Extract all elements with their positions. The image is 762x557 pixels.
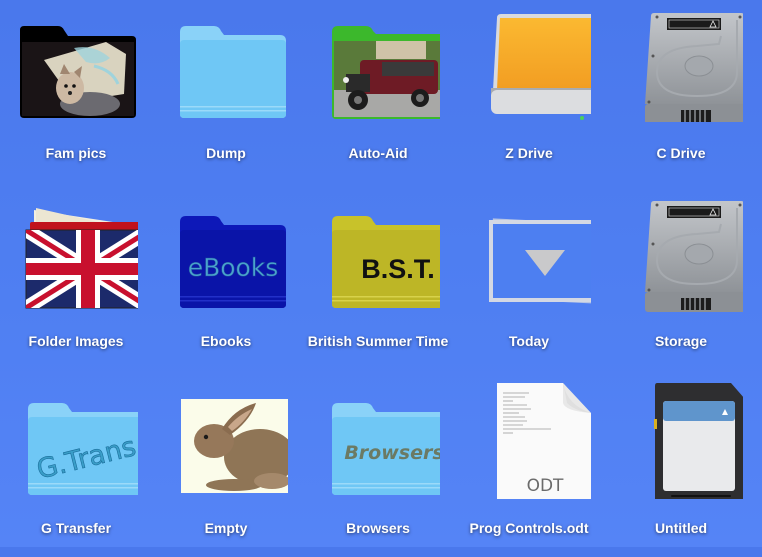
folder-icon [164, 4, 288, 122]
desktop-item-prog-controls-odt[interactable]: ODT Prog Controls.odt [453, 377, 605, 557]
folder-ebooks-icon: eBooks [164, 194, 288, 312]
desktop-item-empty[interactable]: Empty [150, 377, 302, 557]
folder-badge-text: eBooks [188, 253, 279, 282]
desktop-item-untitled[interactable]: Untitled [605, 377, 757, 557]
stack-down-arrow-icon [467, 194, 591, 312]
desktop-item-fam-pics[interactable]: Fam pics [0, 0, 152, 180]
folder-browsers-icon: Browsers [316, 381, 440, 499]
item-label: Folder Images [28, 333, 124, 349]
item-label: Prog Controls.odt [469, 520, 589, 536]
item-label: Auto-Aid [348, 145, 408, 161]
union-jack-folder-icon [14, 194, 138, 312]
item-label: Dump [206, 145, 246, 161]
desktop-item-browsers[interactable]: Browsers Browsers [302, 377, 454, 557]
item-label: C Drive [656, 145, 706, 161]
item-label: British Summer Time [307, 333, 449, 349]
hard-disk-icon [619, 194, 743, 312]
item-label: Storage [654, 333, 708, 349]
file-type-text: ODT [527, 476, 564, 496]
folder-bst-icon: B.S.T. [316, 194, 440, 312]
odt-document-icon: ODT [467, 381, 591, 499]
item-label: Z Drive [505, 145, 553, 161]
desktop-item-dump[interactable]: Dump [150, 0, 302, 180]
folder-photo-dog-icon [14, 4, 138, 122]
desktop: Fam pics Dump Auto-Aid Z Drive C Drive F… [0, 0, 762, 547]
folder-badge-text: B.S.T. [361, 254, 435, 284]
item-label: Today [508, 333, 550, 349]
item-label: G Transfer [40, 520, 112, 536]
folder-gtrans-icon: G.Trans [14, 381, 138, 499]
item-label: Untitled [654, 520, 708, 536]
desktop-item-c-drive[interactable]: C Drive [605, 0, 757, 180]
desktop-item-z-drive[interactable]: Z Drive [453, 0, 605, 180]
desktop-item-folder-images[interactable]: Folder Images [0, 190, 152, 370]
folder-badge-text: Browsers [344, 442, 440, 464]
desktop-item-ebooks[interactable]: eBooks Ebooks [150, 190, 302, 370]
sd-card-icon [619, 381, 743, 499]
hard-disk-icon [619, 4, 743, 122]
rabbit-image-icon [164, 381, 288, 499]
desktop-item-auto-aid[interactable]: Auto-Aid [302, 0, 454, 180]
item-label: Browsers [346, 520, 410, 536]
item-label: Fam pics [45, 145, 107, 161]
desktop-item-storage[interactable]: Storage [605, 190, 757, 370]
desktop-item-g-transfer[interactable]: G.Trans G Transfer [0, 377, 152, 557]
desktop-item-british-summer-time[interactable]: B.S.T. British Summer Time [302, 190, 454, 370]
desktop-item-today[interactable]: Today [453, 190, 605, 370]
folder-photo-car-icon [316, 4, 440, 122]
item-label: Ebooks [200, 333, 252, 349]
item-label: Empty [204, 520, 248, 536]
external-drive-icon [467, 4, 591, 122]
